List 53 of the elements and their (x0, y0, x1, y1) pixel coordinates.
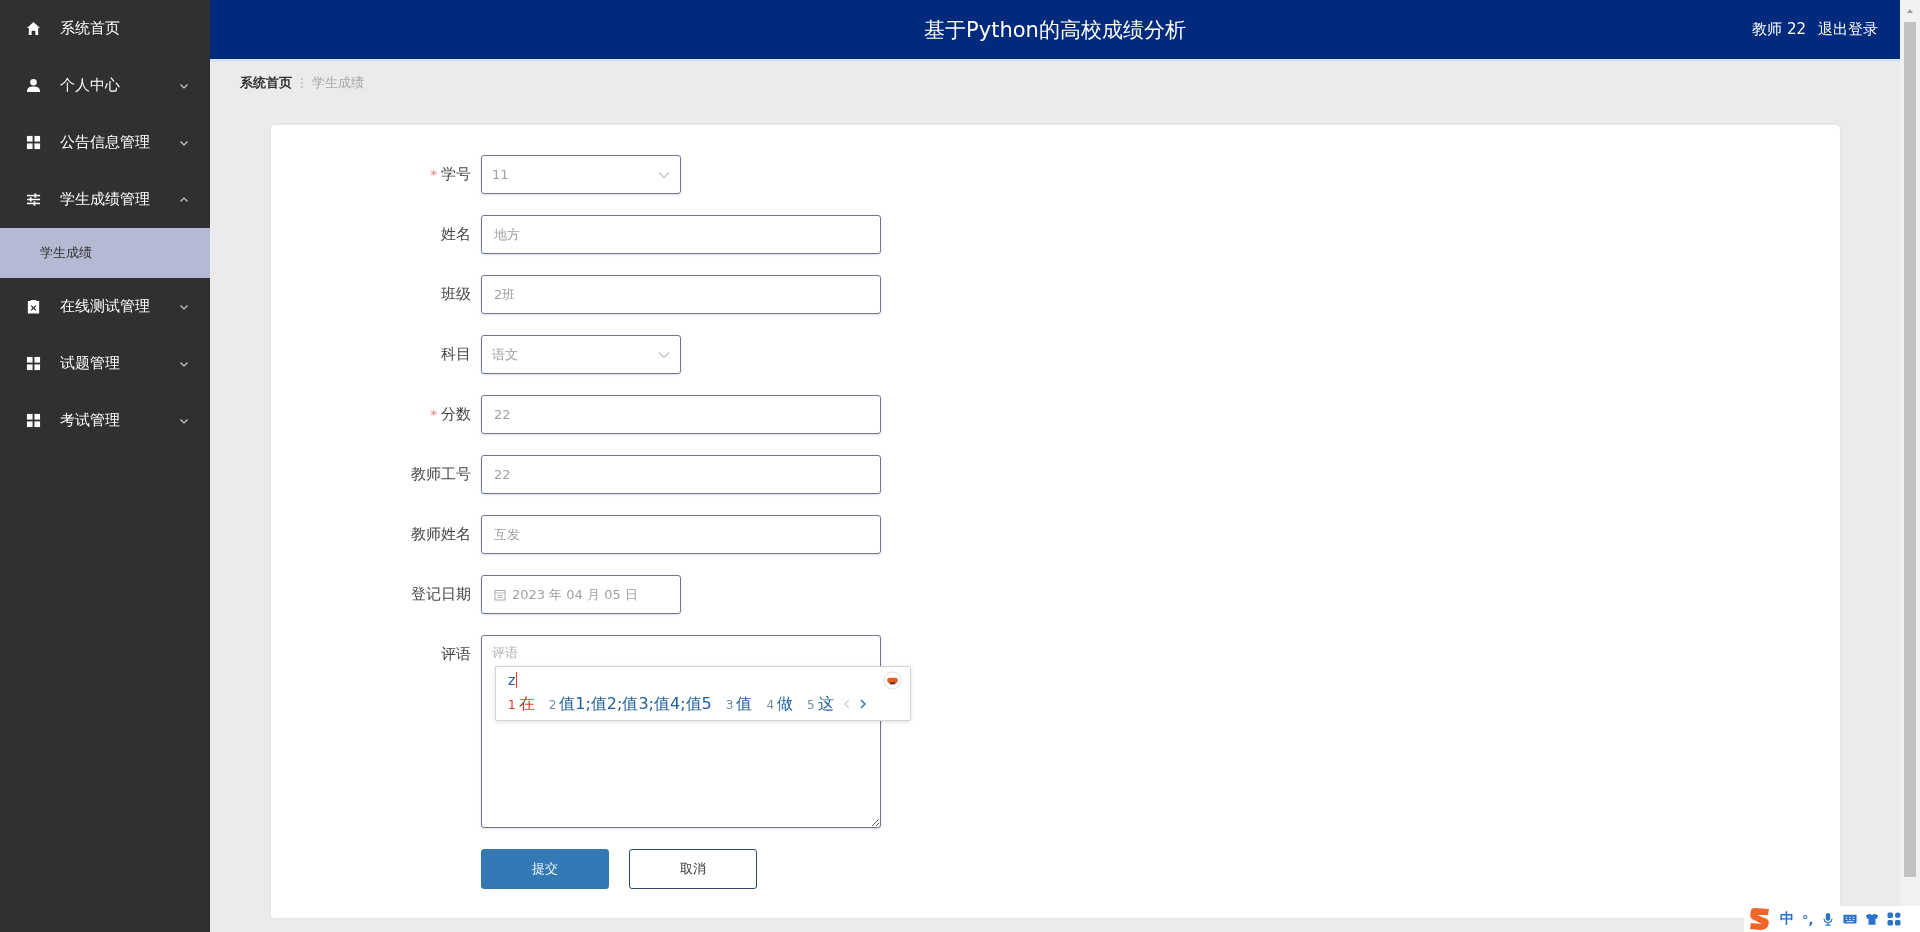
ime-logo-icon (1748, 907, 1772, 931)
separator-icon (300, 77, 304, 89)
next-page-icon (859, 699, 866, 709)
user-name: 教师 22 (1752, 20, 1806, 39)
grid-icon (26, 413, 41, 428)
ime-candidate[interactable]: 2 值1;值2;值3;值4;值5 (548, 693, 712, 715)
logout-link[interactable]: 退出登录 (1818, 20, 1878, 39)
field-label: 教师工号 (411, 465, 471, 484)
required-mark: * (430, 167, 437, 182)
chevron-down-icon (658, 350, 670, 359)
field-label: 分数 (441, 405, 471, 424)
grid-icon (1887, 912, 1902, 926)
calendar-icon (494, 588, 506, 601)
sidebar-item[interactable]: 在线测试管理 (0, 278, 210, 335)
sidebar-item[interactable]: 个人中心 (0, 57, 210, 114)
breadcrumb-item: 学生成绩 (312, 74, 364, 92)
punctuation-toggle[interactable]: °, (1802, 911, 1814, 927)
ime-composition: z (508, 672, 518, 688)
keyboard-icon (1843, 912, 1858, 926)
ime-candidate[interactable]: 1 在 (508, 693, 535, 715)
field-label: 姓名 (441, 225, 471, 244)
field-label: 教师姓名 (411, 525, 471, 544)
grid-icon (26, 135, 41, 150)
required-mark: * (430, 407, 437, 422)
previous-page-icon (843, 699, 850, 709)
ime-candidate[interactable]: 3 值 (725, 693, 753, 715)
field-label: 评语 (441, 645, 471, 664)
ime-candidate[interactable]: 4 做 (766, 693, 794, 715)
chevron-down-icon (658, 170, 670, 179)
grid-icon (26, 356, 41, 371)
field-label: 学号 (441, 165, 471, 184)
shirt-icon (1865, 912, 1880, 926)
ime-candidate[interactable]: 5 这 (807, 693, 834, 715)
home-icon (26, 21, 41, 36)
cancel-button[interactable]: 取消 (629, 849, 757, 889)
sliders-icon (26, 192, 41, 207)
sidebar-item[interactable]: 学生成绩管理 (0, 171, 210, 228)
field-label: 科目 (441, 345, 471, 364)
breadcrumb-item[interactable]: 系统首页 (240, 74, 292, 92)
submenu-item[interactable]: 学生成绩 (0, 228, 210, 278)
ime-logo-icon (883, 670, 902, 690)
clipboard-icon (26, 299, 41, 314)
sidebar-item[interactable]: 考试管理 (0, 392, 210, 449)
user-icon (26, 78, 41, 93)
sidebar-item[interactable]: 公告信息管理 (0, 114, 210, 171)
sidebar-item[interactable]: 试题管理 (0, 335, 210, 392)
page-title: 基于Python的高校成绩分析 (924, 16, 1186, 44)
submit-button[interactable]: 提交 (481, 849, 609, 889)
field-label: 班级 (441, 285, 471, 304)
sidebar-item[interactable]: 系统首页 (0, 0, 210, 57)
field-label: 登记日期 (411, 585, 471, 604)
input-mode-toggle[interactable]: 中 (1780, 910, 1794, 928)
scrollbar-thumb[interactable] (1904, 22, 1916, 877)
